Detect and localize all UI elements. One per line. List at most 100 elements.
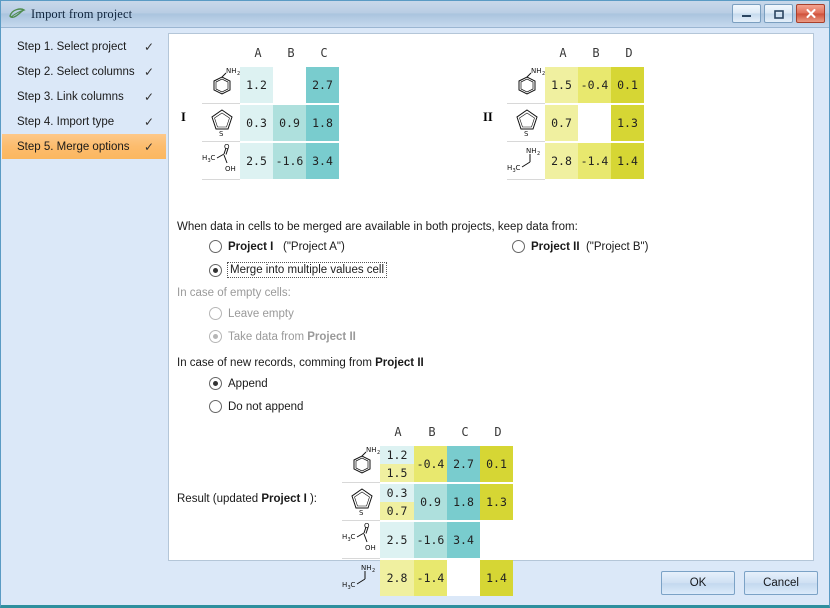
- radio-label-note: ("Project B"): [585, 240, 649, 253]
- radio-take-data-from-project-ii[interactable]: Take data from Project II: [209, 330, 356, 343]
- cell-R-r2-A-top: 0.3: [380, 484, 414, 502]
- cell-I-r1-A: 1.2: [240, 67, 273, 103]
- result-column-B: B: [428, 425, 436, 439]
- maximize-icon[interactable]: [764, 4, 793, 23]
- result-grid: A B C D NH 2 1.2 1.5 -0.4 2.7 0.1 S 0.3 …: [334, 422, 664, 596]
- svg-text:S: S: [359, 509, 364, 517]
- cell-I-r3-C: 3.4: [306, 143, 339, 179]
- check-icon: ✓: [144, 89, 155, 104]
- sidebar-item-label: Step 1. Select project: [17, 40, 127, 53]
- check-icon: ✓: [144, 64, 155, 79]
- empty-cells-header: In case of empty cells:: [177, 287, 291, 299]
- cell-R-r4-B: -1.4: [414, 560, 447, 596]
- cell-II-r3-D: 1.4: [611, 143, 644, 179]
- steps-sidebar: Step 1. Select project ✓ Step 2. Select …: [2, 29, 166, 605]
- sidebar-item-step-5[interactable]: Step 5. Merge options ✓: [2, 134, 166, 159]
- radio-label: Merge into multiple values cell: [226, 262, 388, 278]
- cell-R-r2-A-bottom: 0.7: [380, 502, 414, 520]
- merge-prompt: When data in cells to be merged are avai…: [177, 221, 578, 233]
- new-records-header: In case of new records, comming from Pro…: [177, 357, 424, 369]
- svg-text:H: H: [507, 164, 512, 172]
- radio-label-note: ("Project A"): [282, 240, 345, 253]
- svg-text:NH: NH: [226, 67, 237, 75]
- radio-icon: [209, 263, 222, 277]
- cell-R-r1-D: 0.1: [480, 446, 513, 482]
- cell-R-r4-A: 2.8: [380, 560, 414, 596]
- row-separator: [202, 141, 240, 142]
- cell-II-r1-D: 0.1: [611, 67, 644, 103]
- radio-merge-multiple-values[interactable]: Merge into multiple values cell: [209, 262, 388, 278]
- close-icon[interactable]: [796, 4, 825, 23]
- project-two-column-D: D: [625, 46, 633, 60]
- svg-text:2: 2: [372, 568, 375, 574]
- cell-I-r3-A: 2.5: [240, 143, 273, 179]
- leaf-icon: [8, 6, 26, 22]
- radio-do-not-append[interactable]: Do not append: [209, 400, 303, 413]
- cell-I-r1-B: [273, 67, 306, 103]
- sidebar-item-step-4[interactable]: Step 4. Import type ✓: [2, 109, 166, 134]
- radio-icon: [512, 240, 525, 253]
- row-separator: [507, 103, 545, 104]
- cell-I-r3-B: -1.6: [273, 143, 306, 179]
- svg-text:C: C: [351, 533, 356, 541]
- radio-append[interactable]: Append: [209, 377, 268, 390]
- cell-I-r1-C: 2.7: [306, 67, 339, 103]
- sidebar-item-step-1[interactable]: Step 1. Select project ✓: [2, 34, 166, 59]
- cell-R-r4-D: 1.4: [480, 560, 513, 596]
- svg-text:2: 2: [537, 151, 540, 157]
- check-icon: ✓: [144, 139, 155, 154]
- radio-keep-project-i[interactable]: Project I ("Project A"): [209, 240, 345, 253]
- radio-keep-project-ii[interactable]: Project II ("Project B"): [512, 240, 648, 253]
- sidebar-item-label: Step 5. Merge options: [17, 140, 130, 153]
- minimize-icon[interactable]: [732, 4, 761, 23]
- svg-text:S: S: [524, 130, 529, 138]
- new-records-header-bold: Project II: [375, 357, 424, 369]
- cell-R-r2-B: 0.9: [414, 484, 447, 520]
- cell-II-r1-A: 1.5: [545, 67, 578, 103]
- result-column-D: D: [494, 425, 502, 439]
- cell-II-r2-B: [578, 105, 611, 141]
- svg-text:H: H: [202, 154, 207, 162]
- molecule-thiophene: S: [204, 105, 240, 139]
- svg-text:NH: NH: [526, 147, 537, 155]
- cell-R-r1-A-top: 1.2: [380, 446, 414, 464]
- radio-leave-empty[interactable]: Leave empty: [209, 307, 294, 320]
- radio-icon: [209, 240, 222, 253]
- svg-text:NH: NH: [361, 564, 372, 572]
- molecule-aniline: NH 2: [344, 446, 380, 480]
- row-separator: [202, 103, 240, 104]
- new-records-header-text: In case of new records, comming from: [177, 357, 376, 369]
- project-two-column-A: A: [559, 46, 567, 60]
- check-icon: ✓: [144, 114, 155, 129]
- sidebar-item-step-3[interactable]: Step 3. Link columns ✓: [2, 84, 166, 109]
- cell-II-r1-B: -0.4: [578, 67, 611, 103]
- sidebar-item-step-2[interactable]: Step 2. Select columns ✓: [2, 59, 166, 84]
- cell-R-r2-C: 1.8: [447, 484, 480, 520]
- sidebar-item-label: Step 3. Link columns: [17, 90, 124, 103]
- svg-text:O: O: [364, 523, 370, 530]
- project-one-column-B: B: [287, 46, 295, 60]
- window-title: Import from project: [31, 6, 133, 21]
- radio-label-text: Take data from: [228, 330, 308, 343]
- sidebar-item-label: Step 2. Select columns: [17, 65, 135, 78]
- window-controls: [732, 4, 825, 23]
- project-two-badge: II: [483, 110, 493, 124]
- result-column-A: A: [394, 425, 402, 439]
- svg-text:C: C: [351, 581, 356, 589]
- cell-R-r3-B: -1.6: [414, 522, 447, 558]
- title-bar: Import from project: [1, 1, 829, 28]
- sidebar-item-label: Step 4. Import type: [17, 115, 115, 128]
- svg-text:H: H: [342, 533, 347, 541]
- cancel-button[interactable]: Cancel: [744, 571, 818, 595]
- row-separator: [507, 141, 545, 142]
- molecule-thiophene: S: [344, 484, 380, 518]
- radio-icon: [209, 400, 222, 413]
- cell-I-r2-B: 0.9: [273, 105, 306, 141]
- cell-R-r2-D: 1.3: [480, 484, 513, 520]
- molecule-ethylamine: H 3 C NH 2: [507, 144, 545, 178]
- radio-label-bold: Project II: [307, 330, 356, 343]
- result-label-suffix: ):: [306, 493, 318, 505]
- molecule-aniline: NH 2: [204, 67, 240, 101]
- row-separator: [202, 179, 240, 180]
- ok-button[interactable]: OK: [661, 571, 735, 595]
